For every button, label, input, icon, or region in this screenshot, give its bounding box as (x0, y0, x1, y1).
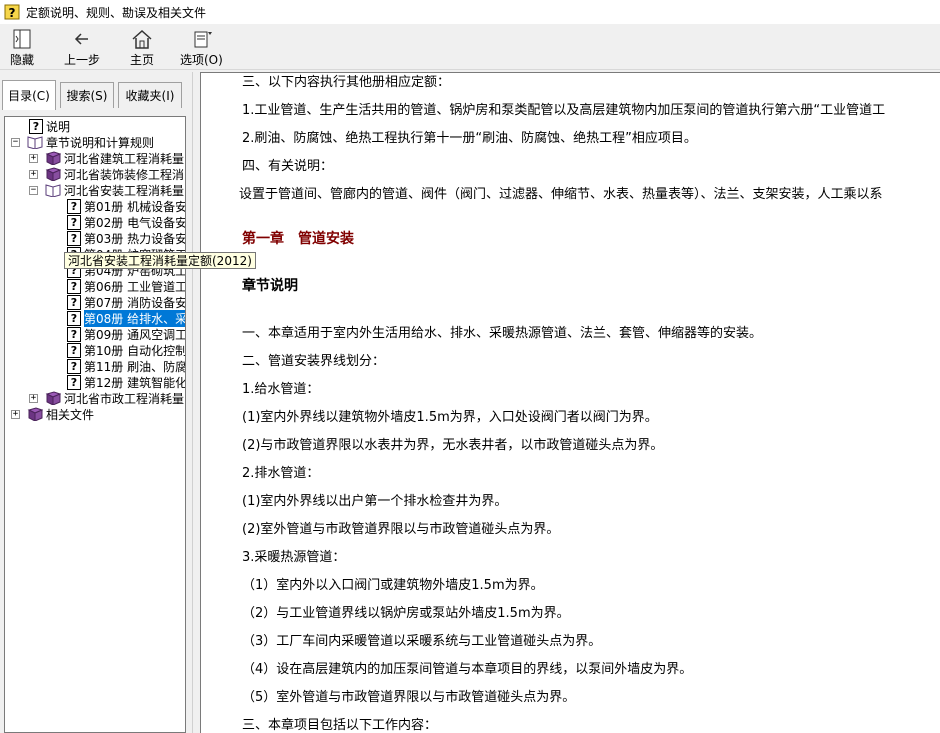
book-icon (45, 391, 61, 405)
content-line: (1)室内外界线以建筑物外墙皮1.5m为界，入口处设阀门者以阀门为界。 (242, 410, 658, 425)
section-title: 章节说明 (242, 278, 298, 294)
content-line: （5）室外管道与市政管道界限以与市政管道碰头点为界。 (242, 690, 576, 705)
chapter-title: 第一章 管道安装 (242, 231, 354, 247)
collapse-toggle[interactable]: − (11, 138, 20, 147)
content-line: （2）与工业管道界线以锅炉房或泵站外墙皮1.5m为界。 (242, 606, 570, 621)
tree-item-volume[interactable]: ? 第09册 通风空调工 (67, 326, 185, 342)
expand-toggle[interactable]: + (29, 154, 38, 163)
help-page-icon: ? (67, 294, 81, 310)
book-icon (45, 167, 61, 181)
content-line: (1)室内外界线以出户第一个排水检查井为界。 (242, 494, 508, 509)
tree-item-building[interactable]: 河北省建筑工程消耗量 (45, 150, 184, 166)
expand-toggle[interactable]: + (29, 170, 38, 179)
title-bar: ? 定额说明、规则、勘误及相关文件 (0, 0, 940, 24)
open-book-icon (27, 136, 43, 149)
tree-item-volume[interactable]: ? 第08册 给排水、采 (67, 309, 185, 327)
tree-item-volume[interactable]: ? 第10册 自动化控制 (67, 342, 185, 358)
help-page-icon: ? (67, 358, 81, 374)
tree-item-decoration[interactable]: 河北省装饰装修工程消 (45, 166, 184, 182)
content-line: 1.工业管道、生产生活共用的管道、锅炉房和泵类配管以及高层建筑物内加压泵间的管道… (242, 103, 886, 118)
options-button[interactable]: 选项(O) (180, 28, 223, 68)
content-line: 设置于管道间、管廊内的管道、阀件（阀门、过滤器、伸缩节、水表、热量表等）、法兰、… (239, 187, 883, 202)
window-title: 定额说明、规则、勘误及相关文件 (26, 5, 207, 20)
contents-tree: ? 说明 − 章节说明和计算规则 + 河北省建筑工程消耗量 + 河北省装饰装修工… (4, 116, 186, 733)
collapse-toggle[interactable]: − (29, 186, 38, 195)
tree-item-volume[interactable]: ? 第07册 消防设备安 (67, 294, 185, 310)
svg-text:?: ? (9, 6, 16, 20)
tree-item-related-files[interactable]: 相关文件 (27, 406, 94, 422)
expand-toggle[interactable]: + (29, 394, 38, 403)
tree-item-volume[interactable]: ? 第03册 热力设备安 (67, 230, 185, 246)
tree-item-volume[interactable]: ? 第12册 建筑智能化 (67, 374, 185, 390)
content-line: （4）设在高层建筑内的加压泵间管道与本章项目的界线，以泵间外墙皮为界。 (242, 662, 693, 677)
help-page-icon: ? (67, 198, 81, 214)
content-line: （3）工厂车间内采暖管道以采暖系统与工业管道碰头点为界。 (242, 634, 602, 649)
tab-favorites[interactable]: 收藏夹(I) (118, 82, 182, 108)
tree-item-volume[interactable]: ? 第11册 刷油、防腐 (67, 358, 185, 374)
content-line: 三、以下内容执行其他册相应定额： (242, 75, 451, 90)
help-page-icon: ? (67, 342, 81, 358)
toolbar: 隐藏 上一步 主页 选项(O) (0, 24, 940, 70)
home-icon (132, 29, 152, 49)
tree-item-note[interactable]: ? 说明 (29, 118, 70, 134)
tab-search[interactable]: 搜索(S) (60, 82, 114, 108)
back-button[interactable]: 上一步 (64, 28, 100, 68)
help-page-icon: ? (67, 326, 81, 342)
expand-toggle[interactable]: + (11, 410, 20, 419)
content-line: 2.刷油、防腐蚀、绝热工程执行第十一册“刷油、防腐蚀、绝热工程”相应项目。 (242, 131, 697, 146)
tree-tooltip: 河北省安装工程消耗量定额(2012) (64, 252, 256, 269)
nav-tabs: 目录(C) 搜索(S) 收藏夹(I) (2, 80, 190, 110)
tree-item-volume[interactable]: ? 第06册 工业管道工 (67, 278, 185, 294)
tree-item-chapter-rules[interactable]: 章节说明和计算规则 (27, 134, 154, 150)
book-icon (45, 151, 61, 165)
content-line: 3.采暖热源管道： (242, 550, 346, 565)
help-page-icon: ? (29, 118, 43, 134)
content-line: 四、有关说明： (242, 159, 334, 174)
content-line: 一、本章适用于室内外生活用给水、排水、采暖热源管道、法兰、套管、伸缩器等的安装。 (242, 326, 763, 341)
tree-item-municipal[interactable]: 河北省市政工程消耗量 (45, 390, 184, 406)
help-page-icon: ? (67, 310, 81, 326)
content-pane: 三、以下内容执行其他册相应定额： 1.工业管道、生产生活共用的管道、锅炉房和泵类配… (200, 72, 940, 733)
content-line: (2)与市政管道界限以水表井为界，无水表井者，以市政管道碰头点为界。 (242, 438, 664, 453)
navigation-pane: 目录(C) 搜索(S) 收藏夹(I) ? 说明 − 章节说明和计算规则 + 河北… (0, 72, 256, 733)
content-line: 2.排水管道： (242, 466, 320, 481)
tab-contents[interactable]: 目录(C) (2, 80, 56, 110)
tree-item-installation[interactable]: 河北省安装工程消耗量 (45, 182, 184, 198)
hide-button[interactable]: 隐藏 (10, 28, 34, 68)
help-page-icon: ? (67, 374, 81, 390)
options-icon (194, 31, 213, 48)
open-book-icon (45, 184, 61, 197)
hide-icon (13, 29, 31, 49)
content-line: 1.给水管道： (242, 382, 320, 397)
help-page-icon: ? (67, 278, 81, 294)
pane-splitter[interactable] (192, 72, 200, 733)
content-line: (2)室外管道与市政管道界限以与市政管道碰头点为界。 (242, 522, 560, 537)
help-page-icon: ? (67, 214, 81, 230)
tree-item-volume[interactable]: ? 第01册 机械设备安 (67, 198, 185, 214)
back-arrow-icon (74, 33, 88, 45)
tree-item-volume[interactable]: ? 第02册 电气设备安 (67, 214, 185, 230)
help-page-icon: ? (67, 230, 81, 246)
help-app-icon: ? (4, 4, 20, 20)
content-line: （1）室内外以入口阀门或建筑物外墙皮1.5m为界。 (242, 578, 544, 593)
home-button[interactable]: 主页 (130, 28, 154, 68)
book-icon (27, 407, 43, 421)
content-line: 二、管道安装界线划分： (242, 354, 386, 369)
content-line: 三、本章项目包括以下工作内容： (242, 718, 438, 733)
